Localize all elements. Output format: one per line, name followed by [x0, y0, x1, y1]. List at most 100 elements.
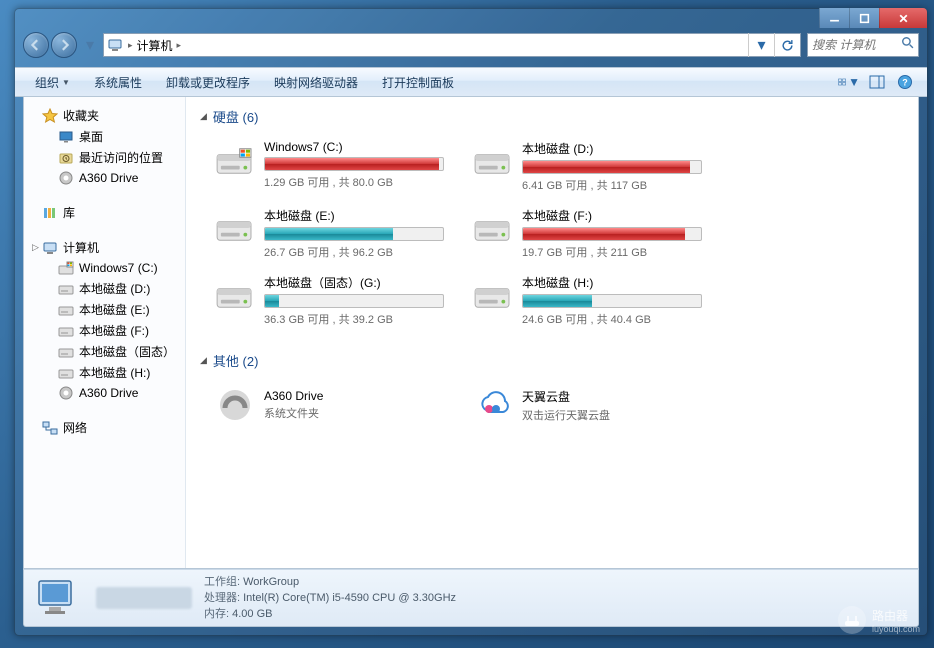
- details-properties: 工作组: WorkGroup 处理器: Intel(R) Core(TM) i5…: [204, 574, 456, 622]
- sidebar-item-drive[interactable]: 本地磁盘 (H:): [24, 362, 185, 383]
- sidebar-item-drive[interactable]: Windows7 (C:): [24, 258, 185, 278]
- titlebar[interactable]: [15, 9, 927, 25]
- explorer-window: ▾ ▸计算机▸ ▾ 组织▼ 系统属性 卸载或更改程序 映射网络驱动器 打开控制面…: [14, 8, 928, 636]
- drive-icon: [214, 207, 256, 249]
- computer-icon: [104, 37, 126, 53]
- sidebar-item-drive[interactable]: A360 Drive: [24, 383, 185, 403]
- sidebar-libraries[interactable]: 库: [24, 202, 185, 223]
- sidebar-item-label: 本地磁盘 (F:): [79, 322, 149, 339]
- drive-free-text: 1.29 GB 可用 , 共 80.0 GB: [264, 174, 452, 190]
- close-button[interactable]: [879, 8, 927, 28]
- breadcrumb-seg[interactable]: ▸计算机▸: [126, 37, 187, 54]
- toolbar-sys-properties[interactable]: 系统属性: [82, 74, 154, 91]
- nav-forward-button[interactable]: [51, 32, 77, 58]
- sidebar-item-label: 本地磁盘（固态）: [79, 343, 175, 360]
- sidebar-computer[interactable]: ▷ 计算机: [28, 237, 181, 258]
- watermark: 路由器luyouqi.com: [838, 606, 920, 634]
- search-box[interactable]: [807, 33, 919, 57]
- sidebar-label: 网络: [63, 419, 87, 436]
- sidebar-item-label: 桌面: [79, 128, 103, 145]
- collapse-icon: ◢: [200, 355, 207, 366]
- drive-name: 本地磁盘（固态）(G:): [264, 274, 452, 291]
- sidebar-item-drive[interactable]: 本地磁盘 (D:): [24, 278, 185, 299]
- network-icon: [42, 420, 58, 436]
- address-bar[interactable]: ▸计算机▸ ▾: [103, 33, 801, 57]
- item-icon: [214, 384, 256, 426]
- addr-dropdown-button[interactable]: ▾: [748, 33, 774, 57]
- drive-free-text: 24.6 GB 可用 , 共 40.4 GB: [522, 311, 710, 327]
- section-drives[interactable]: ◢ 硬盘 (6): [200, 107, 904, 126]
- drive-name: Windows7 (C:): [264, 140, 452, 154]
- router-icon: [838, 606, 866, 634]
- drive-item[interactable]: 本地磁盘 (F:)19.7 GB 可用 , 共 211 GB: [466, 201, 716, 266]
- sidebar-network[interactable]: 网络: [24, 417, 185, 438]
- sidebar-label: 库: [63, 204, 75, 221]
- chevron-right-icon: ▸: [128, 40, 133, 51]
- computer-icon: [42, 240, 58, 256]
- sidebar-item-label: A360 Drive: [79, 171, 138, 185]
- other-item[interactable]: A360 Drive系统文件夹: [208, 378, 458, 432]
- help-button[interactable]: ?: [893, 71, 917, 93]
- sidebar-item-drive[interactable]: 本地磁盘 (E:): [24, 299, 185, 320]
- computer-name-blurred: [96, 587, 192, 609]
- section-other[interactable]: ◢ 其他 (2): [200, 351, 904, 370]
- libraries-icon: [42, 205, 58, 221]
- organize-menu[interactable]: 组织▼: [23, 74, 82, 91]
- drive-icon: [58, 281, 74, 297]
- window-controls: [819, 8, 927, 28]
- toolbar-map-drive[interactable]: 映射网络驱动器: [262, 74, 370, 91]
- drive-name: 本地磁盘 (H:): [522, 274, 710, 291]
- sidebar-item-label: A360 Drive: [79, 386, 138, 400]
- view-options-button[interactable]: ▼: [837, 71, 861, 93]
- capacity-bar: [522, 227, 702, 241]
- sidebar-item-desktop[interactable]: 桌面: [24, 126, 185, 147]
- drive-item[interactable]: 本地磁盘 (H:) 24.6 GB 可用 , 共 40.4 GB: [466, 268, 716, 333]
- expand-icon[interactable]: ▷: [32, 242, 39, 253]
- section-label: 其他 (2): [213, 351, 259, 370]
- item-icon: [472, 384, 514, 426]
- address-row: ▾ ▸计算机▸ ▾: [23, 29, 919, 61]
- nav-history-dropdown[interactable]: ▾: [83, 35, 97, 55]
- minimize-button[interactable]: [819, 8, 849, 28]
- drive-name: 本地磁盘 (D:): [522, 140, 710, 157]
- sidebar-item-label: 本地磁盘 (D:): [79, 280, 150, 297]
- capacity-bar: [264, 294, 444, 308]
- a360-icon: [58, 170, 74, 186]
- other-item[interactable]: 天翼云盘双击运行天翼云盘: [466, 378, 716, 432]
- star-icon: [42, 108, 58, 124]
- nav-back-button[interactable]: [23, 32, 49, 58]
- sidebar-label: 收藏夹: [63, 107, 99, 124]
- item-name: 天翼云盘: [522, 388, 610, 405]
- drive-icon: [214, 140, 256, 182]
- maximize-button[interactable]: [849, 8, 879, 28]
- drive-item[interactable]: 本地磁盘 (D:) 6.41 GB 可用 , 共 117 GB: [466, 134, 716, 199]
- sidebar-label: 计算机: [63, 239, 99, 256]
- toolbar-control-panel[interactable]: 打开控制面板: [370, 74, 466, 91]
- sidebar-item-drive[interactable]: 本地磁盘 (F:): [24, 320, 185, 341]
- preview-pane-button[interactable]: [865, 71, 889, 93]
- collapse-icon: ◢: [200, 111, 207, 122]
- drive-name: 本地磁盘 (F:): [522, 207, 710, 224]
- sidebar-item-label: 本地磁盘 (E:): [79, 301, 150, 318]
- drive-icon: [472, 207, 514, 249]
- toolbar-uninstall[interactable]: 卸载或更改程序: [154, 74, 262, 91]
- sidebar-item-recent[interactable]: 最近访问的位置: [24, 147, 185, 168]
- search-input[interactable]: [812, 38, 901, 52]
- drive-item[interactable]: 本地磁盘（固态）(G:) 36.3 GB 可用 , 共 39.2 GB: [208, 268, 458, 333]
- search-icon: [901, 36, 914, 54]
- sidebar-item-drive[interactable]: 本地磁盘（固态）: [24, 341, 185, 362]
- capacity-bar: [264, 157, 444, 171]
- drive-free-text: 6.41 GB 可用 , 共 117 GB: [522, 177, 710, 193]
- refresh-button[interactable]: [774, 33, 800, 57]
- section-label: 硬盘 (6): [213, 107, 259, 126]
- drive-icon: [58, 323, 74, 339]
- sidebar-item-a360[interactable]: A360 Drive: [24, 168, 185, 188]
- drive-item[interactable]: Windows7 (C:) 1.29 GB 可用 , 共 80.0 GB: [208, 134, 458, 199]
- drive-icon: [58, 302, 74, 318]
- drive-free-text: 36.3 GB 可用 , 共 39.2 GB: [264, 311, 452, 327]
- drive-icon: [58, 260, 74, 276]
- sidebar-favorites[interactable]: 收藏夹: [24, 105, 185, 126]
- content-pane: ◢ 硬盘 (6) Windows7 (C:) 1.29 GB 可用 , 共 80.0…: [186, 97, 918, 568]
- drive-item[interactable]: 本地磁盘 (E:)26.7 GB 可用 , 共 96.2 GB: [208, 201, 458, 266]
- computer-large-icon: [34, 576, 84, 620]
